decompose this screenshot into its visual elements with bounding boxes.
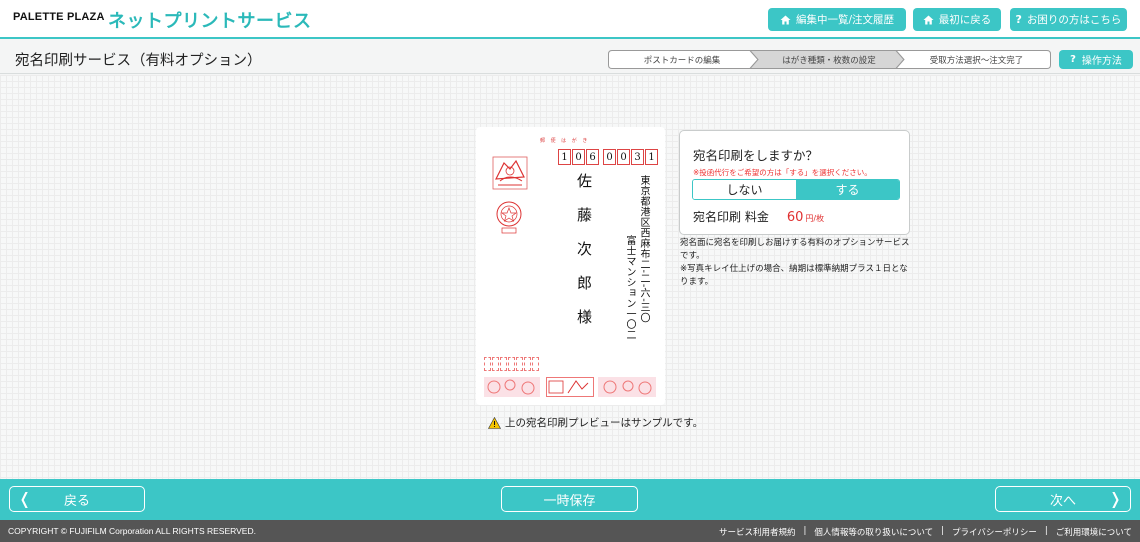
- new-year-stamp-icon: [546, 377, 594, 397]
- operation-help-button[interactable]: ? 操作方法: [1059, 50, 1133, 69]
- fee-unit: 円/枚: [805, 214, 825, 223]
- stamp-icon: [492, 156, 528, 190]
- address-line-2: 富士マンション一〇二: [624, 235, 635, 340]
- option-question: 宛名印刷をしますか？: [693, 148, 819, 163]
- back-label: 戻る: [63, 493, 90, 509]
- zip-digit: 1: [558, 149, 571, 165]
- zip-code-boxes: 1 0 6 0 0 3 1: [558, 149, 659, 165]
- toggle-yes-button[interactable]: する: [796, 180, 899, 199]
- toggle-no-button[interactable]: しない: [693, 180, 796, 199]
- zip-digit: 1: [645, 149, 658, 165]
- question-icon: ?: [1070, 54, 1076, 65]
- fee-price: 60: [786, 210, 804, 225]
- help-contact-button[interactable]: ? お困りの方はこちら: [1010, 8, 1127, 31]
- option-description: 宛名面に宛名を印刷しお届けする有料のオプションサービスです。 ※写真キレイ仕上げ…: [680, 237, 912, 289]
- back-to-start-button[interactable]: 最初に戻る: [913, 8, 1001, 31]
- zip-digit: 3: [631, 149, 644, 165]
- link-separator: |: [803, 526, 807, 536]
- recipient-name: 佐藤次郎様: [575, 173, 593, 343]
- zip-digit: 0: [572, 149, 585, 165]
- sample-note: 上の宛名印刷プレビューはサンプルです。: [488, 415, 703, 430]
- subheader: 宛名印刷サービス（有料オプション） ポストカードの編集 はがき種類・枚数の設定 …: [0, 41, 1140, 74]
- step-card-settings: はがき種類・枚数の設定: [782, 55, 876, 66]
- service-title: ネットプリントサービス: [108, 11, 312, 32]
- personal-info-link[interactable]: 個人情報等の取り扱いについて: [814, 526, 933, 538]
- progress-steps: ポストカードの編集 はがき種類・枚数の設定 受取方法選択～注文完了: [608, 50, 1051, 69]
- zip-digit: 6: [586, 149, 599, 165]
- copyright-bar: COPYRIGHT © FUJIFILM Corporation ALL RIG…: [0, 520, 1140, 542]
- step-edit-postcard: ポストカードの編集: [643, 55, 721, 66]
- temp-save-label: 一時保存: [543, 493, 596, 509]
- address-print-option-panel: 宛名印刷をしますか？ ※投函代行をご希望の方は「する」を選択ください。 しない …: [679, 130, 910, 235]
- privacy-policy-link[interactable]: プライバシーポリシー: [952, 526, 1037, 538]
- copyright-text: COPYRIGHT © FUJIFILM Corporation ALL RIG…: [8, 526, 256, 536]
- emblem-icon: [496, 201, 522, 234]
- back-button[interactable]: ❬ 戻る: [9, 486, 145, 512]
- sender-zip-boxes: [484, 357, 540, 371]
- flower-decoration-icon: [598, 377, 656, 397]
- postcard-preview: 郵 便 は が き 1 0 6 0 0 3 1 佐藤次郎様 東京都港区西麻布二‐…: [476, 127, 665, 405]
- chevron-left-icon: ❬: [18, 489, 32, 508]
- brand-logo[interactable]: PALETTE PLAZA: [13, 11, 105, 23]
- zip-digit: 0: [617, 149, 630, 165]
- fee-label: 宛名印刷 料金: [693, 210, 769, 224]
- sample-note-text: 上の宛名印刷プレビューはサンプルです。: [505, 417, 704, 429]
- header: PALETTE PLAZA ネットプリントサービス 編集中一覧/注文履歴 最初に…: [0, 0, 1140, 39]
- operation-help-label: 操作方法: [1081, 56, 1122, 67]
- step-receive-method: 受取方法選択～注文完了: [929, 55, 1024, 66]
- home-icon: [780, 15, 791, 24]
- question-icon: ?: [1015, 13, 1022, 26]
- description-text-1: 宛名面に宛名を印刷しお届けする有料のオプションサービスです。: [680, 238, 910, 261]
- flower-decoration-icon: [484, 377, 540, 397]
- postal-label: 郵 便 は が き: [540, 138, 590, 144]
- address-line-1: 東京都港区西麻布二‐二‐六‐三〇: [638, 175, 649, 324]
- help-contact-label: お困りの方はこちら: [1026, 14, 1122, 26]
- next-button[interactable]: 次へ ❭: [995, 486, 1131, 512]
- order-history-button[interactable]: 編集中一覧/注文履歴: [768, 8, 906, 31]
- page-title: 宛名印刷サービス（有料オプション）: [15, 53, 262, 69]
- home-icon: [923, 15, 934, 24]
- order-history-label: 編集中一覧/注文履歴: [795, 14, 895, 26]
- option-warning: ※投函代行をご希望の方は「する」を選択ください。: [693, 168, 872, 177]
- main-content: 郵 便 は が き 1 0 6 0 0 3 1 佐藤次郎様 東京都港区西麻布二‐…: [0, 75, 1140, 479]
- temp-save-button[interactable]: 一時保存: [501, 486, 638, 512]
- zip-digit: 0: [603, 149, 616, 165]
- chevron-right-icon: ❭: [1108, 489, 1122, 508]
- terms-link[interactable]: サービス利用者規約: [719, 526, 796, 538]
- footer-links: サービス利用者規約 | 個人情報等の取り扱いについて | プライバシーポリシー …: [719, 526, 1132, 538]
- warning-icon: [488, 416, 501, 429]
- footer-nav-bar: ❬ 戻る 一時保存 次へ ❭: [0, 479, 1140, 520]
- link-separator: |: [1044, 526, 1048, 536]
- fee-row: 宛名印刷 料金 60 円/枚: [693, 208, 824, 225]
- description-text-2: ※写真キレイ仕上げの場合、納期は標準納期プラス１日となります。: [680, 264, 908, 287]
- print-toggle: しない する: [692, 179, 900, 200]
- back-to-start-label: 最初に戻る: [938, 14, 992, 26]
- environment-link[interactable]: ご利用環境について: [1056, 526, 1132, 538]
- link-separator: |: [941, 526, 945, 536]
- next-label: 次へ: [1049, 493, 1076, 509]
